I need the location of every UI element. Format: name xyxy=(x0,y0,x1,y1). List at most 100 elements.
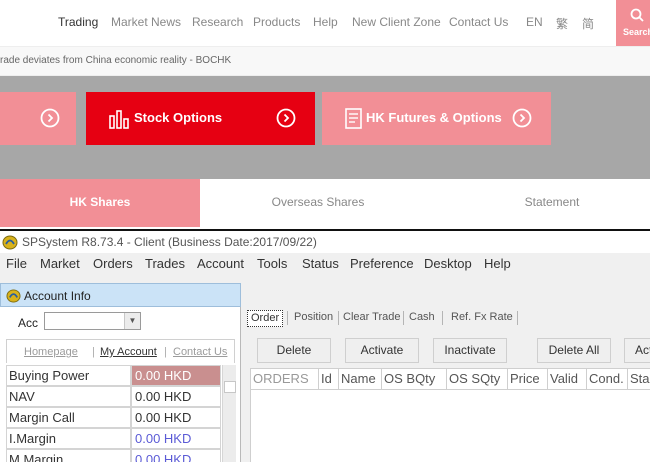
nav-market-news[interactable]: Market News xyxy=(111,15,181,29)
stock-options-tile[interactable]: Stock Options xyxy=(86,92,315,145)
info-row-buying-power: Buying Power 0.00 HKD xyxy=(6,365,221,386)
arrow-circle-icon xyxy=(276,108,296,128)
menu-desktop[interactable]: Desktop xyxy=(424,256,472,271)
nav-research[interactable]: Research xyxy=(192,15,243,29)
nav-trading[interactable]: Trading xyxy=(58,15,98,29)
menu-trades[interactable]: Trades xyxy=(145,256,185,271)
tab-divider xyxy=(287,311,288,325)
market-tabs: HK Shares Overseas Shares Statement xyxy=(0,179,650,227)
tab-divider xyxy=(338,311,339,325)
scrollbar-thumb[interactable] xyxy=(224,381,236,393)
news-ticker: rade deviates from China economic realit… xyxy=(0,46,650,76)
info-value-margin-call: 0.00 HKD xyxy=(131,407,221,428)
activate-all-button[interactable]: Act xyxy=(624,338,650,363)
link-separator: | xyxy=(92,346,95,358)
window-title: SPSystem R8.73.4 - Client (Business Date… xyxy=(22,235,317,249)
top-navigation: Trading Market News Research Products He… xyxy=(0,0,650,46)
menu-preference[interactable]: Preference xyxy=(350,256,414,271)
info-row-nav: NAV 0.00 HKD xyxy=(6,386,221,407)
column-status[interactable]: Sta xyxy=(628,369,650,390)
menu-orders[interactable]: Orders xyxy=(93,256,133,271)
table-header: ORDERS Id Name OS BQty OS SQty Price Val… xyxy=(251,369,650,390)
chevron-down-icon[interactable]: ▼ xyxy=(124,313,140,329)
activate-button[interactable]: Activate xyxy=(345,338,419,363)
arrow-circle-icon xyxy=(40,108,60,128)
lang-simplified[interactable]: 简 xyxy=(582,15,594,32)
app-logo-icon xyxy=(6,289,21,303)
hk-futures-options-label: HK Futures & Options xyxy=(366,110,502,125)
tab-statement[interactable]: Statement xyxy=(452,179,650,227)
link-homepage[interactable]: Homepage xyxy=(24,346,78,358)
column-cond[interactable]: Cond. xyxy=(587,369,628,390)
order-table: ORDERS Id Name OS BQty OS SQty Price Val… xyxy=(250,368,650,462)
tab-cash[interactable]: Cash xyxy=(406,310,438,327)
account-info-header[interactable]: Account Info xyxy=(0,283,241,307)
link-separator: | xyxy=(164,346,167,358)
product-banner: Stock Options HK Futures & Options xyxy=(0,76,650,179)
account-info-pane: Acc ▼ Homepage | My Account | Contact Us… xyxy=(0,307,241,462)
order-pane: Order Position Clear Trade Cash Ref. Fx … xyxy=(243,307,650,462)
menu-tools[interactable]: Tools xyxy=(257,256,287,271)
info-label: Margin Call xyxy=(6,407,131,428)
acc-label: Acc xyxy=(18,316,39,330)
nav-products[interactable]: Products xyxy=(253,15,300,29)
tab-ref-fx-rate[interactable]: Ref. Fx Rate xyxy=(448,310,516,327)
inactivate-button[interactable]: Inactivate xyxy=(433,338,507,363)
search-icon xyxy=(630,8,644,22)
lang-traditional[interactable]: 繁 xyxy=(556,15,568,32)
column-orders[interactable]: ORDERS xyxy=(251,369,319,390)
ticker-text[interactable]: rade deviates from China economic realit… xyxy=(0,55,231,66)
menu-bar: File Market Orders Trades Account Tools … xyxy=(0,253,650,273)
column-name[interactable]: Name xyxy=(339,369,382,390)
tab-divider xyxy=(403,311,404,325)
menu-status[interactable]: Status xyxy=(302,256,339,271)
menu-account[interactable]: Account xyxy=(197,256,244,271)
tab-overseas-shares[interactable]: Overseas Shares xyxy=(218,179,418,227)
hk-futures-options-tile[interactable]: HK Futures & Options xyxy=(322,92,551,145)
menu-file[interactable]: File xyxy=(6,256,27,271)
column-price[interactable]: Price xyxy=(508,369,548,390)
info-value-nav: 0.00 HKD xyxy=(131,386,221,407)
column-id[interactable]: Id xyxy=(319,369,339,390)
link-my-account[interactable]: My Account xyxy=(100,346,157,358)
nav-help[interactable]: Help xyxy=(313,15,338,29)
tab-clear-trade[interactable]: Clear Trade xyxy=(340,310,403,327)
account-select[interactable]: ▼ xyxy=(44,312,141,330)
lang-en[interactable]: EN xyxy=(526,15,543,29)
nav-new-client-zone[interactable]: New Client Zone xyxy=(352,15,441,29)
window-titlebar[interactable]: SPSystem R8.73.4 - Client (Business Date… xyxy=(0,231,650,253)
app-logo-icon xyxy=(2,235,18,250)
vertical-scrollbar[interactable] xyxy=(222,365,236,462)
info-label: NAV xyxy=(6,386,131,407)
tab-order[interactable]: Order xyxy=(247,310,284,327)
bar-chart-icon xyxy=(109,110,129,129)
document-icon xyxy=(345,108,362,129)
column-os-bqty[interactable]: OS BQty xyxy=(382,369,447,390)
search-label: Search xyxy=(623,27,650,37)
delete-all-button[interactable]: Delete All xyxy=(537,338,611,363)
menu-help[interactable]: Help xyxy=(484,256,511,271)
tab-position[interactable]: Position xyxy=(291,310,336,327)
tab-divider xyxy=(442,311,443,325)
spsystem-window: SPSystem R8.73.4 - Client (Business Date… xyxy=(0,229,650,462)
info-row-margin-call: Margin Call 0.00 HKD xyxy=(6,407,221,428)
search-button[interactable]: Search xyxy=(616,0,650,46)
delete-button[interactable]: Delete xyxy=(257,338,331,363)
tab-divider xyxy=(517,311,518,325)
link-contact-us[interactable]: Contact Us xyxy=(173,346,227,358)
tab-hk-shares[interactable]: HK Shares xyxy=(0,179,200,227)
arrow-circle-icon xyxy=(512,108,532,128)
nav-contact-us[interactable]: Contact Us xyxy=(449,15,508,29)
menu-market[interactable]: Market xyxy=(40,256,80,271)
info-label: I.Margin xyxy=(6,428,131,449)
info-value-i-margin: 0.00 HKD xyxy=(131,428,221,449)
stock-options-label: Stock Options xyxy=(134,110,223,125)
account-info-title: Account Info xyxy=(24,289,91,303)
info-label: Buying Power xyxy=(6,365,131,386)
account-links: Homepage | My Account | Contact Us xyxy=(6,339,235,363)
column-valid[interactable]: Valid xyxy=(548,369,587,390)
product-tile-prev[interactable] xyxy=(0,92,76,145)
info-value-m-margin: 0.00 HKD xyxy=(131,449,221,462)
info-row-i-margin: I.Margin 0.00 HKD xyxy=(6,428,221,449)
column-os-sqty[interactable]: OS SQty xyxy=(447,369,508,390)
